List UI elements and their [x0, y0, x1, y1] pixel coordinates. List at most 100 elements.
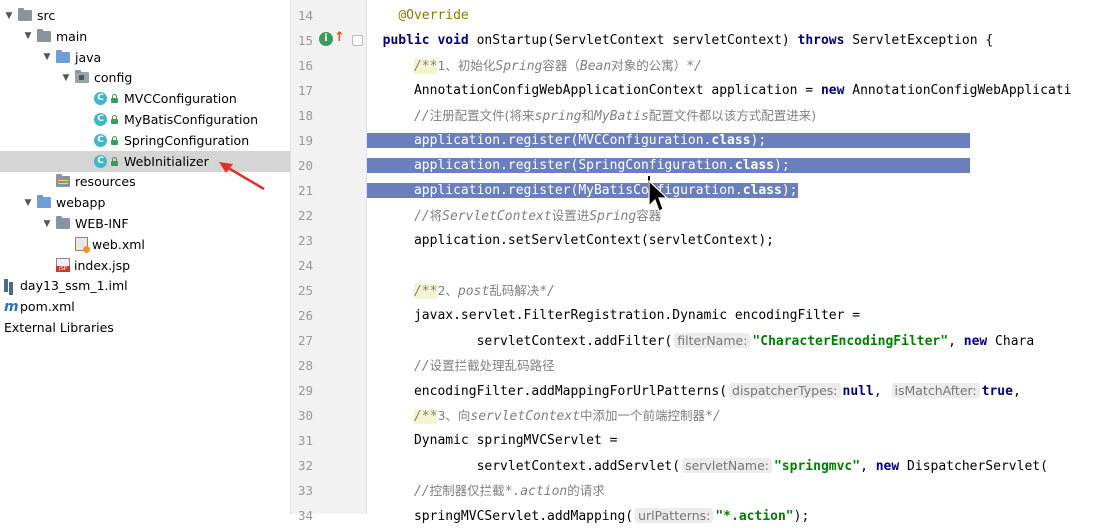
lock-icon: [111, 135, 118, 145]
tree-item-label: web.xml: [92, 236, 145, 252]
line-number: 28: [297, 358, 313, 373]
line-number: 30: [297, 408, 313, 423]
tree-item-src[interactable]: ▼ src: [0, 5, 290, 26]
code-line-26: javax.servlet.FilterRegistration.Dynamic…: [413, 308, 861, 323]
tree-item-main[interactable]: ▼ main: [0, 26, 290, 47]
code-line-14: @Override: [398, 8, 469, 23]
code-line-23: application.setServletContext(servletCon…: [413, 233, 774, 248]
param-hint: filterName:: [674, 333, 751, 348]
line-number: 21: [297, 183, 313, 198]
folder-icon: [56, 216, 70, 229]
implements-method-icon[interactable]: i: [319, 32, 333, 46]
expand-arrow-icon[interactable]: ▼: [23, 198, 33, 208]
project-tree: ▼ src ▼ main ▼ java ▼ config C MVCConfiguration C M…: [0, 0, 290, 514]
tree-item-springconfiguration[interactable]: C SpringConfiguration: [0, 130, 290, 151]
java-class-icon: C: [94, 92, 107, 106]
code-line-18: //注册配置文件(将来spring和MyBatis配置文件都以该方式配置进来): [413, 108, 817, 124]
expand-arrow-icon[interactable]: ▼: [42, 52, 52, 62]
code-line-27: servletContext.addFilter(filterName: "Cha…: [476, 333, 1035, 349]
resources-folder-icon: [56, 174, 70, 188]
selected-text: application.register(MyBatisConfiguratio…: [367, 183, 798, 198]
tree-item-label: webapp: [56, 195, 106, 211]
tree-item-mybatisconfiguration[interactable]: C MyBatisConfiguration: [0, 109, 290, 130]
lock-icon: [111, 94, 118, 104]
line-number: 29: [297, 383, 313, 398]
tree-item-label: MVCConfiguration: [124, 91, 237, 107]
tree-item-java[interactable]: ▼ java: [0, 47, 290, 68]
tree-item-label: java: [75, 49, 102, 65]
code-line-22: //将ServletContext设置进Spring容器: [413, 208, 662, 224]
code-line-21: application.register(MyBatisConfiguratio…: [367, 178, 1099, 203]
tree-item-label: WEB-INF: [75, 216, 129, 231]
line-number: 31: [297, 433, 313, 448]
expand-arrow-icon[interactable]: ▼: [4, 11, 14, 21]
code-line-34: springMVCServlet.addMapping(urlPatterns:…: [413, 508, 810, 524]
tree-item-config[interactable]: ▼ config: [0, 67, 290, 88]
line-number: 33: [297, 483, 313, 498]
line-number: 23: [297, 233, 313, 248]
tree-item-label: day13_ssm_1.iml: [20, 278, 128, 294]
code-line-31: Dynamic springMVCServlet =: [413, 433, 618, 448]
code-line-32: servletContext.addServlet(servletName: "s…: [476, 458, 1048, 474]
code-editor[interactable]: 14 15 16 17 18 19 20 21 22 23 24 25 26 27 28 29 30 31 32 33…: [290, 0, 1099, 524]
code-line-17: AnnotationConfigWebApplicationContext ap…: [413, 83, 1072, 98]
param-hint: dispatcherTypes:: [729, 383, 841, 398]
tree-item-index-jsp[interactable]: index.jsp: [0, 255, 290, 276]
line-number: 34: [297, 508, 313, 523]
tree-item-label: SpringConfiguration: [124, 132, 250, 148]
line-number: 17: [297, 83, 313, 98]
package-icon: [75, 70, 89, 84]
tree-item-mvcconfiguration[interactable]: C MVCConfiguration: [0, 88, 290, 109]
line-number: 26: [297, 308, 313, 323]
tree-item-webapp[interactable]: ▼ webapp: [0, 192, 290, 213]
param-hint: urlPatterns:: [635, 508, 714, 523]
selected-text: application.register(MVCConfiguration.cl…: [367, 133, 970, 148]
line-number: 14: [297, 8, 313, 23]
lock-icon: [111, 115, 118, 124]
fold-marker-icon[interactable]: [352, 35, 363, 46]
line-number: 27: [297, 333, 313, 348]
line-number: 19: [297, 133, 313, 148]
expand-arrow-icon[interactable]: ▼: [23, 31, 33, 41]
override-up-arrow-icon[interactable]: ↑: [334, 30, 345, 45]
editor-gutter: 14 15 16 17 18 19 20 21 22 23 24 25 26 27 28 29 30 31 32 33…: [291, 0, 367, 523]
tree-item-pom-xml[interactable]: m pom.xml: [0, 296, 290, 317]
tree-item-label: src: [37, 8, 56, 23]
tree-item-label: config: [94, 70, 133, 86]
code-line-20: application.register(SpringConfiguration…: [367, 153, 1099, 178]
code-line-16: /**1、初始化Spring容器（Bean对象的公寓）*/: [413, 58, 702, 74]
tree-item-day13-ssm-1-iml[interactable]: day13_ssm_1.iml: [0, 275, 290, 296]
line-number: 25: [297, 283, 313, 298]
tree-item-label: MyBatisConfiguration: [124, 112, 259, 127]
jsp-file-icon: [56, 258, 70, 273]
folder-icon: [37, 28, 51, 42]
code-line-15: public void onStartup(ServletContext ser…: [382, 33, 994, 48]
expand-arrow-icon[interactable]: ▼: [42, 219, 52, 229]
line-number: 22: [297, 208, 313, 223]
code-line-28: //设置拦截处理乱码路径: [413, 358, 555, 374]
line-number: 32: [297, 458, 313, 473]
expand-arrow-icon[interactable]: ▼: [61, 73, 71, 83]
tree-item-external-libraries[interactable]: External Libraries: [0, 317, 290, 338]
tree-item-label: main: [56, 28, 88, 44]
line-number: 20: [297, 158, 313, 173]
line-number: 18: [297, 108, 313, 123]
line-number: 24: [297, 258, 313, 273]
tree-item-label: External Libraries: [4, 320, 114, 335]
selected-text: application.register(SpringConfiguration…: [367, 158, 970, 173]
code-line-33: //控制器仅拦截*.action的请求: [413, 483, 605, 499]
code-line-29: encodingFilter.addMappingForUrlPatterns(…: [413, 383, 1021, 399]
param-hint: servletName:: [682, 458, 772, 473]
lock-icon: [111, 156, 118, 166]
folder-icon: [18, 8, 32, 21]
java-class-icon: C: [94, 133, 107, 147]
code-line-25: /**2、post乱码解决*/: [413, 283, 555, 299]
module-file-icon: [4, 279, 16, 293]
tree-item-label: WebInitializer: [124, 153, 209, 169]
tree-item-label: pom.xml: [20, 299, 75, 315]
tree-item-label: resources: [75, 174, 136, 190]
tree-item-web-xml[interactable]: web.xml: [0, 234, 290, 255]
java-class-icon: C: [94, 154, 107, 168]
tree-item-web-inf[interactable]: ▼ WEB-INF: [0, 213, 290, 234]
